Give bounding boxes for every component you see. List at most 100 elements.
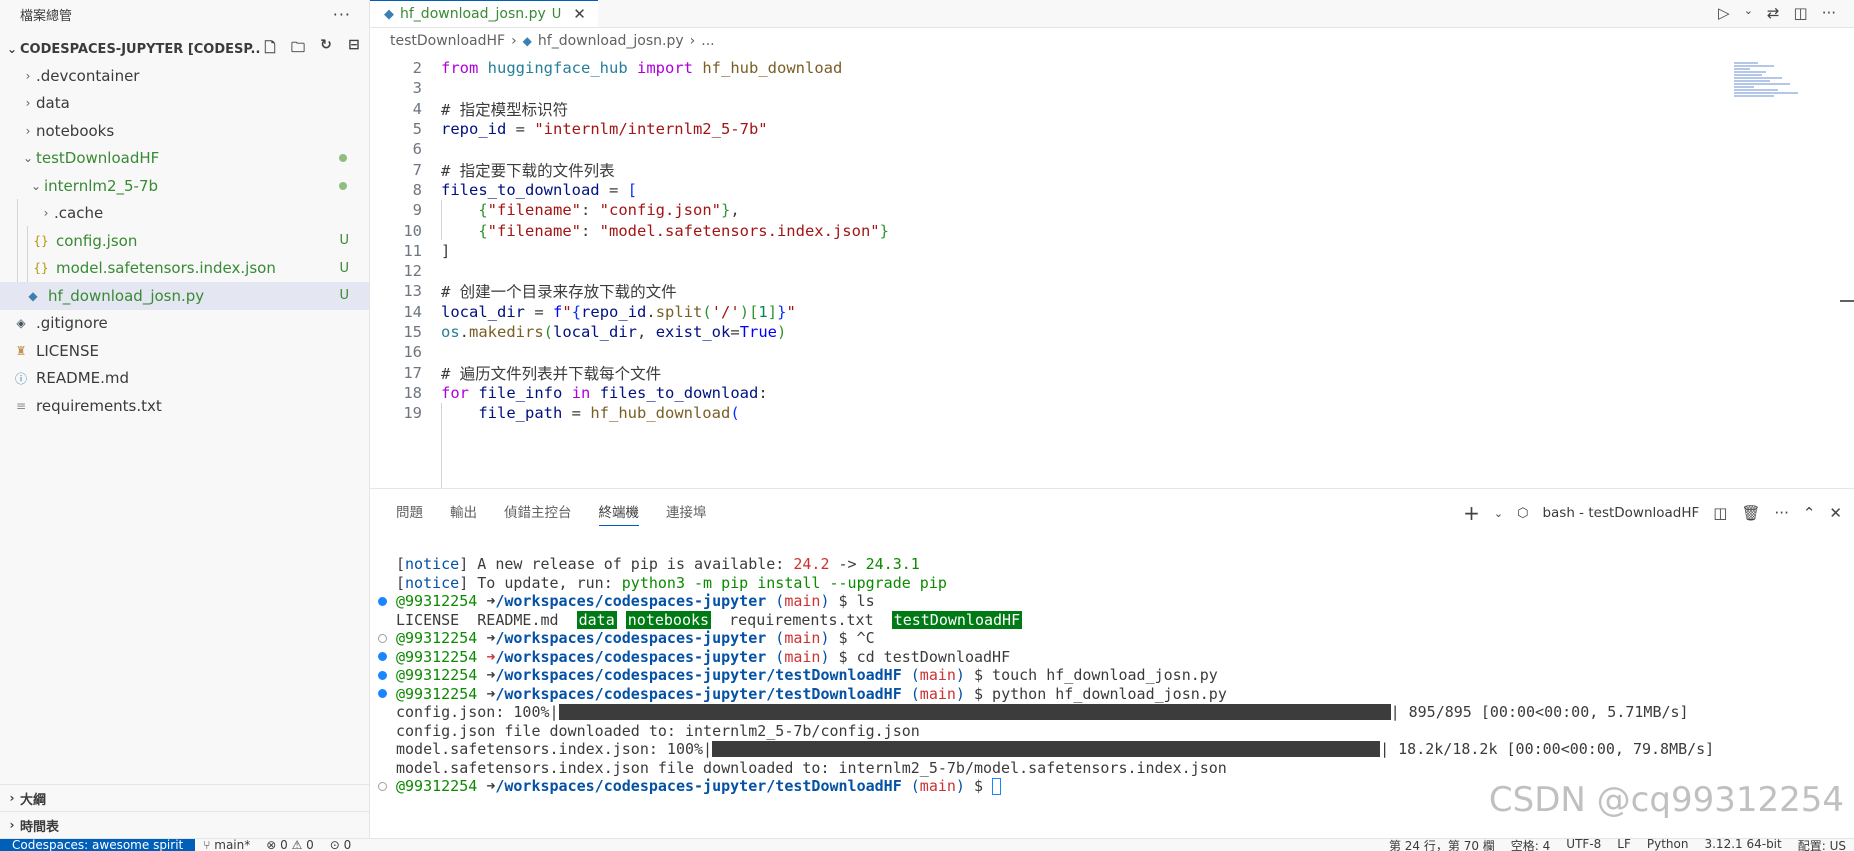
tab-problems[interactable]: 問題 <box>396 497 423 525</box>
workspace-header[interactable]: ⌄ CODESPACES-JUPYTER [CODESP... 🗋 🗀 ↻ ⊟ <box>0 36 369 62</box>
tree-item-license[interactable]: ♜ LICENSE <box>0 337 369 365</box>
radio-tower-icon: ⊙ <box>329 838 344 851</box>
end-of-line[interactable]: LF <box>1609 839 1639 851</box>
terminal-line: @99312254 ➜/workspaces/codespaces-jupyte… <box>370 666 1840 685</box>
untracked-badge: U <box>339 288 349 304</box>
prompt-path: /workspaces/codespaces-jupyter <box>495 592 767 611</box>
command-success-icon[interactable] <box>378 670 387 680</box>
minimap[interactable] <box>1734 62 1814 102</box>
explorer-title: 檔案總管 <box>20 8 73 24</box>
code-line: 5 repo_id = "internlm/internlm2_5-7b" <box>370 119 1854 139</box>
terminal-cursor[interactable] <box>992 777 1002 795</box>
code-editor[interactable]: 2 from huggingface_hub import hf_hub_dow… <box>370 58 1854 488</box>
progress-stats: | 895/895 [00:00<00:00, 5.71MB/s] <box>1390 703 1689 722</box>
ls-dir: data <box>576 610 617 629</box>
code-line: 10 {"filename": "model.safetensors.index… <box>370 220 1854 240</box>
close-icon[interactable]: ✕ <box>1829 504 1842 522</box>
new-file-icon[interactable]: 🗋 <box>261 37 279 61</box>
close-icon[interactable]: ✕ <box>573 5 586 23</box>
pip-old-version: 24.2 <box>793 555 830 574</box>
keyboard-layout[interactable]: 配置: US <box>1790 839 1854 851</box>
chevron-right-icon: › <box>689 33 696 49</box>
run-icon[interactable]: ▷ <box>1718 4 1730 22</box>
command-success-icon[interactable] <box>378 689 387 699</box>
more-actions-icon[interactable]: ··· <box>333 5 351 24</box>
tab-debug-console[interactable]: 偵錯主控台 <box>504 497 572 525</box>
code-line: 3 <box>370 78 1854 98</box>
code-text: {"filename": "model.safetensors.index.js… <box>478 221 889 240</box>
progress-label: config.json: 100%| <box>396 703 559 722</box>
remote-indicator[interactable]: Codespaces: awesome spirit <box>0 839 196 851</box>
breadcrumb-symbol[interactable]: ... <box>701 33 714 49</box>
command-success-icon[interactable] <box>378 652 387 662</box>
command-cancelled-icon[interactable] <box>378 633 387 643</box>
breadcrumb-file[interactable]: hf_download_josn.py <box>538 33 684 49</box>
code-text: ] <box>441 241 451 260</box>
tree-item-label: requirements.txt <box>36 396 162 415</box>
ports-count[interactable]: ⊙ 0 <box>322 838 360 851</box>
compare-changes-icon[interactable]: ⇄ <box>1767 4 1780 22</box>
terminal-output[interactable]: [notice] A new release of pip is availab… <box>370 555 1840 796</box>
command-success-icon[interactable] <box>378 596 387 606</box>
tree-item-readme-md[interactable]: ⓘ README.md <box>0 365 369 393</box>
more-actions-icon[interactable]: ··· <box>1822 4 1836 22</box>
tree-item-devcontainer[interactable]: › .devcontainer <box>0 62 369 90</box>
more-actions-icon[interactable]: ··· <box>1775 504 1789 522</box>
cursor-position[interactable]: 第 24 行，第 70 欄 <box>1381 839 1503 851</box>
code-text: os.makedirs(local_dir, exist_ok=True) <box>441 323 787 341</box>
tree-item-gitignore[interactable]: ◈ .gitignore <box>0 310 369 338</box>
collapse-all-icon[interactable]: ⊟ <box>345 37 363 61</box>
new-folder-icon[interactable]: 🗀 <box>289 37 307 61</box>
tree-item-config-json[interactable]: {} config.json U <box>0 227 369 255</box>
code-text: # 创建一个目录来存放下载的文件 <box>441 283 677 302</box>
code-line: 17 # 遍历文件列表并下载每个文件 <box>370 362 1854 383</box>
breadcrumb-folder[interactable]: testDownloadHF <box>390 33 505 49</box>
timeline-section[interactable]: › 時間表 <box>0 811 369 838</box>
split-editor-icon[interactable]: ◫ <box>1794 4 1808 22</box>
code-line: 19 file_path = hf_hub_download( <box>370 403 1854 423</box>
chevron-down-icon: ⌄ <box>6 42 18 56</box>
tree-item-label: data <box>36 94 70 113</box>
code-line: 4 # 指定模型标识符 <box>370 99 1854 119</box>
chevron-right-icon: › <box>511 33 517 49</box>
command-pending-icon[interactable] <box>378 781 387 791</box>
new-terminal-icon[interactable]: + <box>1463 501 1480 525</box>
line-number: 9 <box>412 201 422 220</box>
maximize-panel-icon[interactable]: ⌃ <box>1803 504 1816 522</box>
tree-item-cache[interactable]: › .cache <box>0 200 369 228</box>
code-text: # 指定模型标识符 <box>441 100 569 119</box>
tab-output[interactable]: 輸出 <box>450 497 477 525</box>
chevron-down-icon[interactable]: ⌄ <box>1744 4 1753 22</box>
editor-tab-hf-download-josn-py[interactable]: ◆ hf_download_josn.py U ✕ <box>370 0 598 27</box>
indentation[interactable]: 空格: 4 <box>1503 839 1559 851</box>
tree-item-hf-download-josn-py[interactable]: ◆ hf_download_josn.py U <box>0 282 369 310</box>
tab-terminal[interactable]: 終端機 <box>598 497 639 526</box>
tree-item-requirements-txt[interactable]: ≡ requirements.txt <box>0 392 369 420</box>
tree-item-data[interactable]: › data <box>0 90 369 118</box>
terminal-name[interactable]: bash - testDownloadHF <box>1542 505 1699 521</box>
chevron-down-icon[interactable]: ⌄ <box>1494 507 1503 520</box>
split-terminal-icon[interactable]: ◫ <box>1713 504 1727 522</box>
refresh-icon[interactable]: ↻ <box>317 37 335 61</box>
code-text: {"filename": "config.json"}, <box>478 201 740 220</box>
editor-tab-bar: ◆ hf_download_josn.py U ✕ ▷ ⌄ ⇄ ◫ ··· <box>370 0 1854 28</box>
tree-item-testdownloadhf[interactable]: ⌄ testDownloadHF <box>0 145 369 173</box>
python-interpreter[interactable]: 3.12.1 64-bit <box>1696 839 1789 851</box>
scrollbar-marker[interactable] <box>1840 300 1854 302</box>
encoding[interactable]: UTF-8 <box>1558 839 1609 851</box>
editor-area: ◆ hf_download_josn.py U ✕ ▷ ⌄ ⇄ ◫ ··· te… <box>370 0 1854 488</box>
code-line: 15 os.makedirs(local_dir, exist_ok=True) <box>370 322 1854 342</box>
panel-tab-bar: 問題 輸出 偵錯主控台 終端機 連接埠 + ⌄ ⬡ bash - testDow… <box>370 489 1854 533</box>
tab-ports[interactable]: 連接埠 <box>666 497 707 525</box>
tree-item-model-safetensors-index-json[interactable]: {} model.safetensors.index.json U <box>0 255 369 283</box>
language-mode[interactable]: Python <box>1639 839 1697 851</box>
git-branch[interactable]: ⑂ main* <box>195 839 258 851</box>
code-line: 6 <box>370 139 1854 159</box>
outline-section[interactable]: › 大綱 <box>0 784 369 811</box>
tree-item-internlm2-5-7b[interactable]: ⌄ internlm2_5-7b <box>0 172 369 200</box>
line-number: 5 <box>412 120 422 139</box>
problems-count[interactable]: ⊗ 0 ⚠ 0 <box>258 839 322 851</box>
trash-icon[interactable]: 🗑 <box>1741 504 1760 522</box>
tree-item-notebooks[interactable]: › notebooks <box>0 117 369 145</box>
code-text: from huggingface_hub import hf_hub_downl… <box>441 59 843 78</box>
